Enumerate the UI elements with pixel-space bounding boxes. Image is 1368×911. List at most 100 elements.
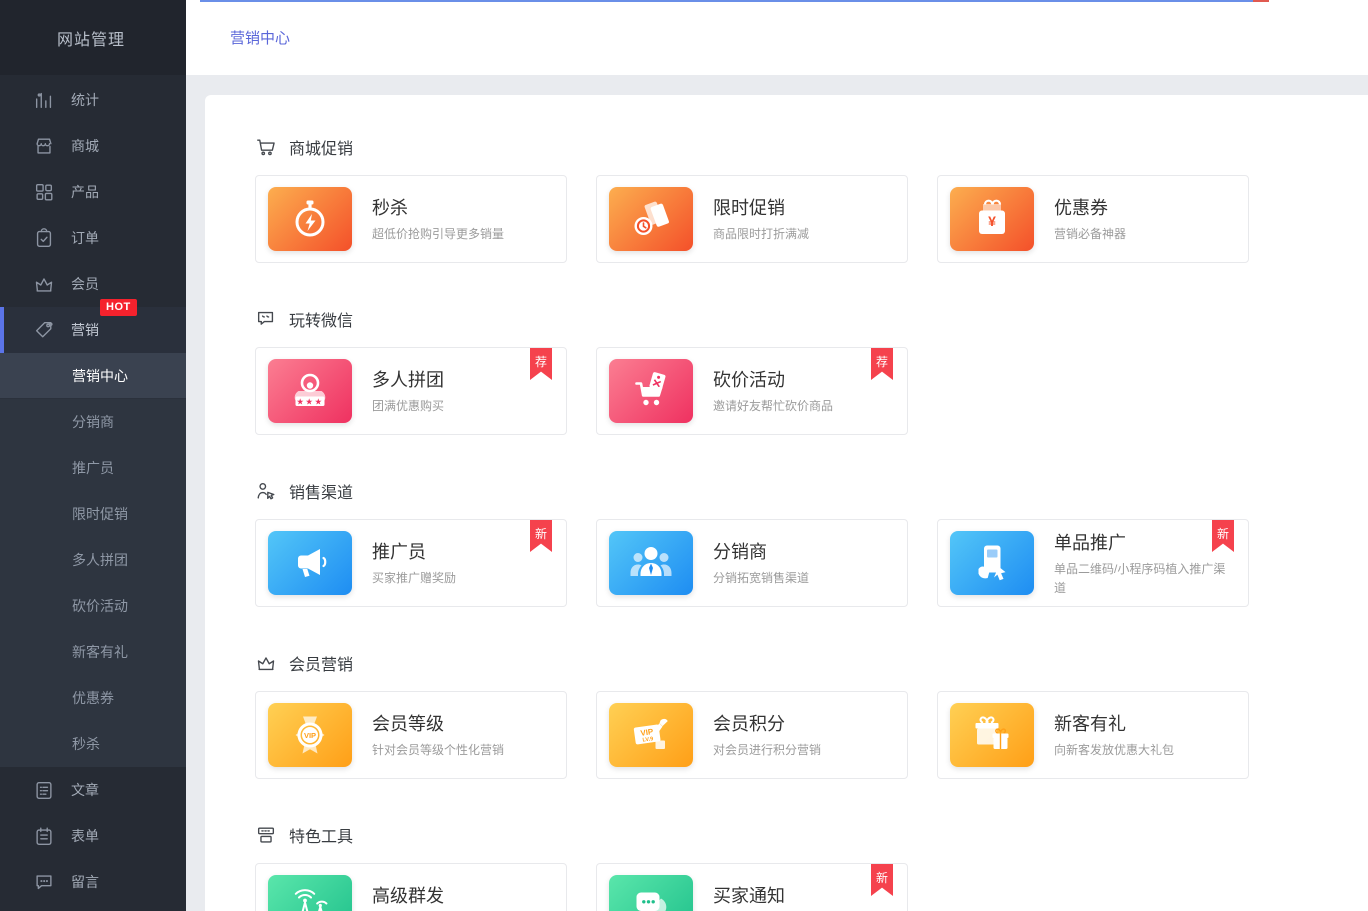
section-header: 会员营销 bbox=[255, 651, 1368, 675]
submenu-item-coupon[interactable]: 优惠券 bbox=[0, 675, 186, 721]
card-text: 秒杀超低价抢购引导更多销量 bbox=[372, 194, 554, 244]
megaphone-icon bbox=[268, 531, 352, 595]
sidebar-item-form[interactable]: 表单 bbox=[0, 813, 186, 859]
submenu-item-bargain[interactable]: 砍价活动 bbox=[0, 583, 186, 629]
card-title: 秒杀 bbox=[372, 194, 554, 220]
card-desc: 营销必备神器 bbox=[1054, 225, 1236, 244]
sidebar-item-label: 营销 bbox=[71, 320, 99, 340]
sidebar-item-stats[interactable]: 统计 bbox=[0, 77, 186, 123]
chat-notify-icon bbox=[609, 875, 693, 911]
sidebar-menu: 统计商城产品订单会员营销HOT 营销中心分销商推广员限时促销多人拼团砍价活动新客有… bbox=[0, 75, 186, 905]
submenu-item-label: 砍价活动 bbox=[72, 596, 128, 616]
browser-top-line-end bbox=[1253, 0, 1269, 2]
card-text: 新客有礼向新客发放优惠大礼包 bbox=[1054, 710, 1236, 760]
card-text: 砍价活动邀请好友帮忙砍价商品 bbox=[713, 366, 895, 416]
card-row: VIP会员等级针对会员等级个性化营销 VIPLV.9 会员积分对会员进行积分营销 新客… bbox=[255, 691, 1368, 779]
section-mall-promo: 商城促销秒杀超低价抢购引导更多销量限时促销商品限时打折满减 ¥ 优惠券营销必备神器 bbox=[255, 135, 1368, 263]
submenu-item-label: 秒杀 bbox=[72, 734, 100, 754]
wechat-chat-icon bbox=[255, 308, 277, 330]
submenu-item-marketing-center[interactable]: 营销中心 bbox=[0, 353, 186, 399]
sidebar-item-message[interactable]: 留言 bbox=[0, 859, 186, 905]
sidebar-item-label: 留言 bbox=[71, 872, 99, 892]
sidebar: 网站管理 统计商城产品订单会员营销HOT营销中心分销商推广员限时促销多人拼团砍价… bbox=[0, 0, 186, 911]
sidebar-item-member[interactable]: 会员 bbox=[0, 261, 186, 307]
section-header: 商城促销 bbox=[255, 135, 1368, 159]
card-desc: 向新客发放优惠大礼包 bbox=[1054, 741, 1236, 760]
card-seckill[interactable]: 秒杀超低价抢购引导更多销量 bbox=[255, 175, 567, 263]
sidebar-item-label: 商城 bbox=[71, 136, 99, 156]
card-single-promo[interactable]: 单品推广单品二维码/小程序码植入推广渠道新 bbox=[937, 519, 1249, 607]
card-row: 推广员买家推广赠奖励新分销商分销拓宽销售渠道单品推广单品二维码/小程序码植入推广… bbox=[255, 519, 1368, 607]
tab-marketing-center[interactable]: 营销中心 bbox=[228, 21, 292, 54]
section-title: 特色工具 bbox=[289, 823, 353, 847]
card-promoter[interactable]: 推广员买家推广赠奖励新 bbox=[255, 519, 567, 607]
sidebar-item-order[interactable]: 订单 bbox=[0, 215, 186, 261]
card-text: 会员积分对会员进行积分营销 bbox=[713, 710, 895, 760]
app-root: 网站管理 统计商城产品订单会员营销HOT营销中心分销商推广员限时促销多人拼团砍价… bbox=[0, 0, 1368, 911]
form-icon bbox=[33, 825, 55, 847]
sidebar-item-marketing[interactable]: 营销HOT bbox=[0, 307, 186, 353]
card-member-level[interactable]: VIP会员等级针对会员等级个性化营销 bbox=[255, 691, 567, 779]
card-text: 优惠券营销必备神器 bbox=[1054, 194, 1236, 244]
card-title: 新客有礼 bbox=[1054, 710, 1236, 736]
card-desc: 针对会员等级个性化营销 bbox=[372, 741, 554, 760]
submenu-item-label: 新客有礼 bbox=[72, 642, 128, 662]
sidebar-item-mall[interactable]: 商城 bbox=[0, 123, 186, 169]
card-buyer-notify[interactable]: 买家通知订单发货等在微信内即时通知买家新 bbox=[596, 863, 908, 911]
group-people-icon: ★★★ bbox=[268, 359, 352, 423]
order-icon bbox=[33, 227, 55, 249]
card-desc: 邀请好友帮忙砍价商品 bbox=[713, 397, 895, 416]
sidebar-item-label: 表单 bbox=[71, 826, 99, 846]
submenu-item-flash-promo[interactable]: 限时促销 bbox=[0, 491, 186, 537]
svg-text:¥: ¥ bbox=[988, 213, 996, 229]
stats-icon bbox=[33, 89, 55, 111]
card-row: ★★★多人拼团团满优惠购买荐砍价活动邀请好友帮忙砍价商品荐 bbox=[255, 347, 1368, 435]
card-mass-send[interactable]: 高级群发对指定人群发送营销短信 bbox=[255, 863, 567, 911]
marketing-center-panel: 商城促销秒杀超低价抢购引导更多销量限时促销商品限时打折满减 ¥ 优惠券营销必备神器玩… bbox=[205, 95, 1368, 911]
section-member-marketing: 会员营销 VIP会员等级针对会员等级个性化营销 VIPLV.9 会员积分对会员进行积分… bbox=[255, 651, 1368, 779]
card-text: 单品推广单品二维码/小程序码植入推广渠道 bbox=[1054, 529, 1236, 597]
card-title: 高级群发 bbox=[372, 882, 554, 908]
member-icon bbox=[33, 273, 55, 295]
product-icon bbox=[33, 181, 55, 203]
browser-top-line bbox=[200, 0, 1253, 2]
card-row: 秒杀超低价抢购引导更多销量限时促销商品限时打折满减 ¥ 优惠券营销必备神器 bbox=[255, 175, 1368, 263]
vip-card-icon: VIPLV.9 bbox=[609, 703, 693, 767]
submenu-item-label: 优惠券 bbox=[72, 688, 114, 708]
sidebar-item-article[interactable]: 文章 bbox=[0, 767, 186, 813]
submenu-item-seckill[interactable]: 秒杀 bbox=[0, 721, 186, 767]
card-text: 分销商分销拓宽销售渠道 bbox=[713, 538, 895, 588]
card-bargain[interactable]: 砍价活动邀请好友帮忙砍价商品荐 bbox=[596, 347, 908, 435]
submenu-item-label: 分销商 bbox=[72, 412, 114, 432]
card-new-customer-gift[interactable]: 新客有礼向新客发放优惠大礼包 bbox=[937, 691, 1249, 779]
card-text: 买家通知订单发货等在微信内即时通知买家 bbox=[713, 882, 895, 911]
submenu-item-label: 营销中心 bbox=[72, 366, 128, 386]
submenu-item-group-buy[interactable]: 多人拼团 bbox=[0, 537, 186, 583]
crown-icon bbox=[255, 652, 277, 674]
submenu-item-new-customer-gift[interactable]: 新客有礼 bbox=[0, 629, 186, 675]
card-title: 多人拼团 bbox=[372, 366, 554, 392]
submenu-item-promoter[interactable]: 推广员 bbox=[0, 445, 186, 491]
broadcast-tower-icon bbox=[268, 875, 352, 911]
card-desc: 对会员进行积分营销 bbox=[713, 741, 895, 760]
section-title: 玩转微信 bbox=[289, 307, 353, 331]
coupon-bag-icon: ¥ bbox=[950, 187, 1034, 251]
card-member-points[interactable]: VIPLV.9 会员积分对会员进行积分营销 bbox=[596, 691, 908, 779]
submenu-item-distributor[interactable]: 分销商 bbox=[0, 399, 186, 445]
card-group-buy[interactable]: ★★★多人拼团团满优惠购买荐 bbox=[255, 347, 567, 435]
card-distributor[interactable]: 分销商分销拓宽销售渠道 bbox=[596, 519, 908, 607]
svg-text:VIP: VIP bbox=[304, 731, 316, 740]
vip-medal-icon: VIP bbox=[268, 703, 352, 767]
tools-icon bbox=[255, 824, 277, 846]
sidebar-item-product[interactable]: 产品 bbox=[0, 169, 186, 215]
section-title: 会员营销 bbox=[289, 651, 353, 675]
card-title: 买家通知 bbox=[713, 882, 895, 908]
card-row: 高级群发对指定人群发送营销短信买家通知订单发货等在微信内即时通知买家新 bbox=[255, 863, 1368, 911]
topbar: 营销中心 bbox=[186, 0, 1368, 75]
card-title: 推广员 bbox=[372, 538, 554, 564]
section-sales-channel: 销售渠道推广员买家推广赠奖励新分销商分销拓宽销售渠道单品推广单品二维码/小程序码… bbox=[255, 479, 1368, 607]
phone-promo-icon bbox=[950, 531, 1034, 595]
card-coupon[interactable]: ¥ 优惠券营销必备神器 bbox=[937, 175, 1249, 263]
card-flash-promo[interactable]: 限时促销商品限时打折满减 bbox=[596, 175, 908, 263]
submenu-item-label: 推广员 bbox=[72, 458, 114, 478]
